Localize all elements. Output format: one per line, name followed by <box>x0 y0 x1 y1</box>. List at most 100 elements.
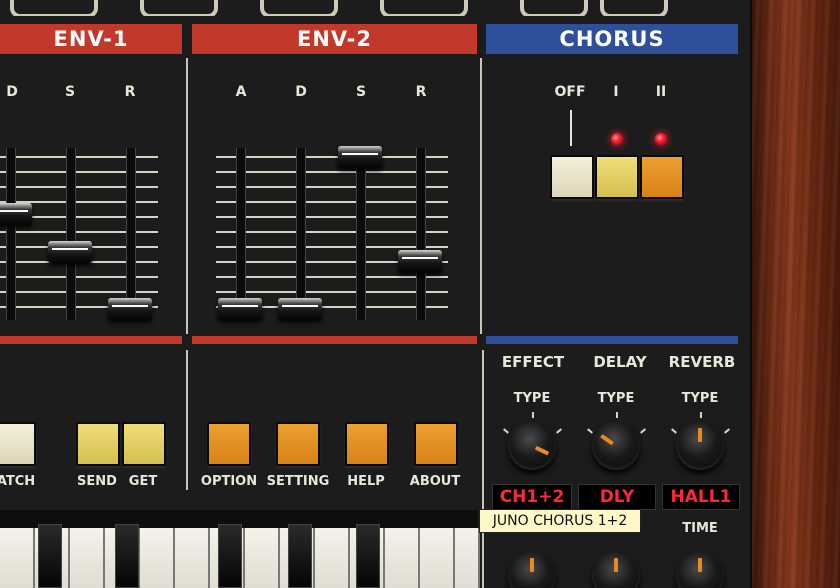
effect-type-display: CH1+2 <box>492 484 572 510</box>
help-label: HELP <box>347 474 385 489</box>
dial-tick <box>532 412 534 418</box>
white-key[interactable] <box>315 528 350 588</box>
synth-panel: ENV-1 ENV-2 CHORUS D S R A D S R OFF I I… <box>0 0 840 588</box>
divider <box>480 58 482 334</box>
chorus-led-ii <box>655 133 667 145</box>
env1-label-r: R <box>124 84 136 100</box>
reverb-type-label: TYPE <box>681 391 719 406</box>
env2-label-d: D <box>295 84 307 100</box>
env1-decay-track <box>6 148 16 320</box>
env2-release-slider[interactable] <box>398 250 442 272</box>
white-key[interactable] <box>245 528 280 588</box>
setting-button[interactable] <box>276 422 320 466</box>
env1-sustain-slider[interactable] <box>48 241 92 263</box>
reverb-header: REVERB <box>668 353 736 371</box>
effect-header: EFFECT <box>501 353 565 371</box>
dial-tick <box>700 412 702 418</box>
env1-label-s: S <box>64 84 76 100</box>
dial-tick <box>616 412 618 418</box>
env2-attack-track <box>236 148 246 320</box>
dial-tick <box>671 428 677 434</box>
chorus-header: CHORUS <box>486 24 738 54</box>
env2-sustain-track <box>356 148 366 320</box>
chorus-led-i <box>611 133 623 145</box>
black-key[interactable] <box>356 524 380 588</box>
reverb-type-display: HALL1 <box>662 484 740 510</box>
env2-header: ENV-2 <box>192 24 477 54</box>
delay-header: DELAY <box>593 353 647 371</box>
white-key[interactable] <box>0 528 35 588</box>
env1-label-d: D <box>6 84 18 100</box>
black-key[interactable] <box>115 524 139 588</box>
env2-release-track <box>416 148 426 320</box>
get-label: GET <box>128 474 158 489</box>
env1-title: ENV-1 <box>53 27 129 51</box>
divider <box>186 350 188 490</box>
about-button[interactable] <box>414 422 458 466</box>
wood-side-panel <box>752 0 840 588</box>
get-button[interactable] <box>122 422 166 466</box>
delay-type-label: TYPE <box>597 391 635 406</box>
reverb-time-knob[interactable] <box>676 552 724 588</box>
dial-tick <box>587 428 593 434</box>
effect-type-knob[interactable] <box>508 422 556 470</box>
env2-label-r: R <box>415 84 427 100</box>
send-button[interactable] <box>76 422 120 466</box>
chorus-ii-button[interactable] <box>640 155 684 199</box>
effect-type-label: TYPE <box>513 391 551 406</box>
black-key[interactable] <box>288 524 312 588</box>
white-key[interactable] <box>455 528 480 588</box>
reverb-type-knob[interactable] <box>676 422 724 470</box>
help-button[interactable] <box>345 422 389 466</box>
patch-button[interactable] <box>0 422 36 466</box>
logo-remnant <box>0 0 750 16</box>
env2-title: ENV-2 <box>297 27 372 51</box>
env2-attack-slider[interactable] <box>218 298 262 320</box>
env1-release-slider[interactable] <box>108 298 152 320</box>
divider <box>482 350 484 588</box>
section-bar <box>192 336 477 344</box>
delay-time-knob[interactable] <box>592 552 640 588</box>
env1-sustain-track <box>66 148 76 320</box>
setting-label: SETTING <box>266 474 330 489</box>
tooltip: JUNO CHORUS 1+2 <box>479 509 641 533</box>
option-label: OPTION <box>200 474 258 489</box>
delay-type-knob[interactable] <box>592 422 640 470</box>
black-key[interactable] <box>38 524 62 588</box>
white-key[interactable] <box>385 528 420 588</box>
env2-decay-track <box>296 148 306 320</box>
off-indicator-line <box>570 110 572 146</box>
patch-label: ATCH <box>0 474 36 489</box>
dial-tick <box>640 428 646 434</box>
section-bar <box>0 336 182 344</box>
send-label: SEND <box>77 474 117 489</box>
chorus-i-button[interactable] <box>595 155 639 199</box>
chorus-label-off: OFF <box>554 84 586 100</box>
dial-tick <box>503 428 509 434</box>
env2-label-s: S <box>355 84 367 100</box>
white-key[interactable] <box>70 528 105 588</box>
delay-type-display: DLY <box>578 484 656 510</box>
about-label: ABOUT <box>409 474 461 489</box>
chorus-title: CHORUS <box>559 27 665 51</box>
env1-decay-slider[interactable] <box>0 203 32 225</box>
black-key[interactable] <box>218 524 242 588</box>
option-button[interactable] <box>207 422 251 466</box>
white-key[interactable] <box>420 528 455 588</box>
dial-tick <box>556 428 562 434</box>
keyboard <box>0 510 480 588</box>
effect-level-knob[interactable] <box>508 552 556 588</box>
section-bar <box>486 336 738 344</box>
env2-label-a: A <box>235 84 247 100</box>
env1-release-track <box>126 148 136 320</box>
env2-scale <box>216 156 448 316</box>
white-key[interactable] <box>140 528 175 588</box>
env2-decay-slider[interactable] <box>278 298 322 320</box>
chorus-label-ii: II <box>655 84 667 100</box>
white-key[interactable] <box>175 528 210 588</box>
env1-header: ENV-1 <box>0 24 182 54</box>
env2-sustain-slider[interactable] <box>338 146 382 168</box>
chorus-off-button[interactable] <box>550 155 594 199</box>
time-label: TIME <box>682 521 718 536</box>
chorus-label-i: I <box>613 84 619 100</box>
